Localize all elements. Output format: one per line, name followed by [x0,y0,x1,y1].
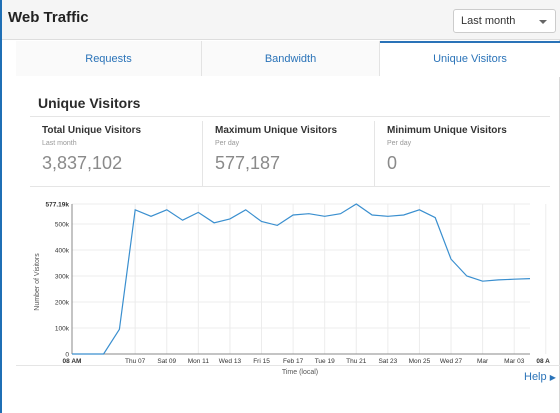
stat-minimum-unique-visitors: Minimum Unique Visitors Per day 0 [374,121,550,187]
y-tick-label: 300k [55,274,70,281]
x-tick-label: Thu 21 [346,358,367,365]
stat-label: Total Unique Visitors [42,125,142,136]
y-tick-label: 100k [55,326,70,333]
y-tick-label: 577.19k [46,202,70,209]
y-tick-label: 400k [55,248,70,255]
stat-value: 0 [387,153,398,173]
divider [30,116,550,117]
tab-requests[interactable]: Requests [16,41,202,76]
stat-maximum-unique-visitors: Maximum Unique Visitors Per day 577,187 [202,121,374,187]
y-tick-label: 500k [55,222,70,229]
caret-right-icon: ▶ [549,373,556,382]
chart-series [72,203,531,355]
chevron-down-icon [539,20,547,24]
x-tick-label: Mon 11 [188,358,210,365]
x-tick-label: 08 AM [63,358,82,365]
unique-visitors-chart: 0 100k 200k 300k 400k 500k 577.19k 08 AM Thu 07 S… [30,190,556,380]
x-tick-label: Feb 17 [283,358,304,365]
panel-header: Web Traffic Last month [2,0,560,40]
stat-sublabel: Per day [387,140,412,147]
visitors-series-line [72,203,531,355]
tab-bandwidth[interactable]: Bandwidth [202,41,380,76]
stat-total-unique-visitors: Total Unique Visitors Last month 3,837,1… [30,121,202,187]
chart-ticks: 0100k200k300k400k500k577.19k08 AM Thu 07 S… [46,202,556,366]
x-tick-label: Wed 27 [440,358,463,365]
chart-svg: 0100k200k300k400k500k577.19k08 AM Thu 07 S… [34,202,556,377]
x-tick-label: Mar [477,358,489,365]
web-traffic-panel: Web Traffic Last month Requests Bandwidt… [0,0,560,413]
x-tick-label: 08 AM [536,358,550,365]
y-tick-label: 200k [55,300,70,307]
stat-sublabel: Per day [215,140,240,147]
divider [30,186,550,187]
y-axis-label: Number of Visitors [34,253,41,311]
x-tick-label: Fri 15 [253,358,270,365]
tab-unique-visitors[interactable]: Unique Visitors [380,41,560,77]
x-tick-label: Mar 03 [504,358,525,365]
help-label: Help [524,371,547,383]
stat-label: Minimum Unique Visitors [387,125,507,136]
section-title: Unique Visitors [38,95,141,111]
stat-label: Maximum Unique Visitors [215,125,338,136]
stat-value: 3,837,102 [42,153,123,173]
x-tick-label: Mon 25 [409,358,431,365]
divider [16,365,560,366]
x-tick-label: Tue 19 [315,358,335,365]
help-link[interactable]: Help ▶ [524,371,556,383]
stat-sublabel: Last month [42,140,77,147]
x-tick-label: Sat 23 [378,358,397,365]
x-tick-label: Sat 09 [157,358,176,365]
panel-title: Web Traffic [8,9,89,26]
time-range-select[interactable]: Last month [453,9,556,33]
x-tick-label: Thu 07 [125,358,146,365]
x-axis-label: Time (local) [282,369,318,376]
stat-value: 577,187 [215,153,281,173]
x-tick-label: Wed 13 [219,358,242,365]
chart-axes [71,204,530,355]
metric-tabs: Requests Bandwidth Unique Visitors [16,41,560,77]
time-range-value: Last month [461,15,516,27]
